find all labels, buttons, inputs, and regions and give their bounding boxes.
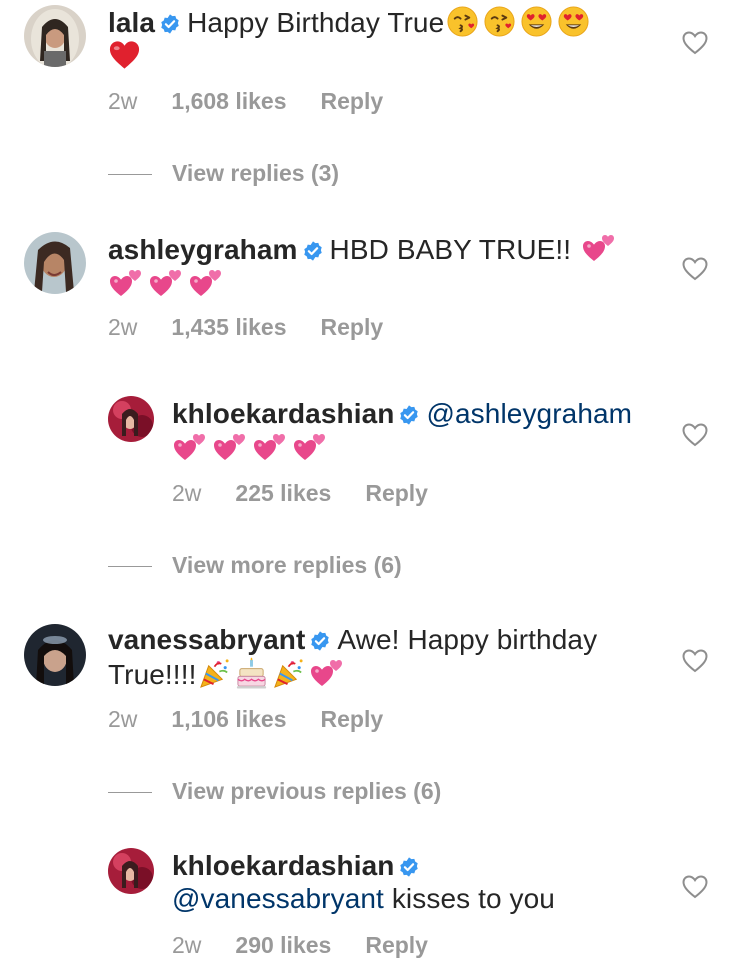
timestamp: 2w (108, 88, 138, 114)
comment-meta: 2w 225 likes Reply (172, 480, 428, 507)
timestamp: 2w (108, 314, 138, 340)
two-hearts-icon (148, 266, 184, 300)
comment-body: Awe! Happy birthday (337, 624, 598, 655)
view-replies-label: View replies (3) (172, 160, 340, 186)
comment-text: khloekardashian @vanessabryant kisses to… (172, 849, 662, 915)
likes-count[interactable]: 290 likes (235, 932, 331, 958)
kiss-face-icon (483, 5, 516, 38)
likes-count[interactable]: 225 likes (235, 480, 331, 506)
view-previous-replies-button[interactable]: View previous replies (6) (108, 778, 441, 805)
avatar[interactable] (108, 396, 154, 442)
reply-button[interactable]: Reply (321, 314, 384, 340)
heart-eyes-icon (557, 5, 590, 38)
likes-count[interactable]: 1,608 likes (171, 88, 286, 114)
view-replies-label: View more replies (6) (172, 552, 402, 578)
comment-meta: 2w 1,435 likes Reply (108, 314, 383, 341)
comment-body: kisses to you (391, 883, 555, 914)
two-hearts-icon (188, 266, 224, 300)
two-hearts-icon (108, 266, 144, 300)
two-hearts-icon (309, 656, 345, 690)
mention-link[interactable]: @ashleygraham (426, 398, 632, 429)
reply-button[interactable]: Reply (365, 932, 428, 958)
red-heart-icon (108, 39, 141, 71)
username[interactable]: ashleygraham (108, 234, 298, 265)
two-hearts-icon (252, 430, 288, 464)
username[interactable]: khloekardashian (172, 398, 394, 429)
verified-badge-icon (309, 630, 331, 652)
like-heart-icon[interactable] (682, 875, 708, 899)
timestamp: 2w (108, 706, 138, 732)
party-popper-icon (198, 657, 231, 690)
reply-button[interactable]: Reply (321, 88, 384, 114)
view-replies-button[interactable]: View replies (3) (108, 160, 339, 187)
verified-badge-icon (302, 240, 324, 262)
comment-body: Happy Birthday True (187, 7, 445, 38)
comment-text: ashleygraham HBD BABY TRUE!! (108, 231, 668, 301)
avatar[interactable] (24, 624, 86, 686)
divider-line (108, 566, 152, 568)
username[interactable]: khloekardashian (172, 850, 394, 881)
like-heart-icon[interactable] (682, 257, 708, 281)
divider-line (108, 174, 152, 176)
avatar[interactable] (24, 5, 86, 67)
verified-badge-icon (398, 404, 420, 426)
username[interactable]: lala (108, 7, 155, 38)
verified-badge-icon (159, 13, 181, 35)
two-hearts-icon (581, 231, 617, 265)
comment-text: khloekardashian @ashleygraham (172, 397, 662, 465)
party-popper-icon (272, 657, 305, 690)
view-more-replies-button[interactable]: View more replies (6) (108, 552, 402, 579)
likes-count[interactable]: 1,106 likes (171, 706, 286, 732)
comment-meta: 2w 1,106 likes Reply (108, 706, 383, 733)
comment-meta: 2w 290 likes Reply (172, 932, 428, 959)
comment-text: lala Happy Birthday True (108, 5, 668, 72)
view-replies-label: View previous replies (6) (172, 778, 442, 804)
verified-badge-icon (398, 856, 420, 878)
heart-eyes-icon (520, 5, 553, 38)
comment-text: vanessabryant Awe! Happy birthday True!!!… (108, 623, 648, 691)
two-hearts-icon (172, 430, 208, 464)
mention-link[interactable]: @vanessabryant (172, 883, 384, 914)
reply-button[interactable]: Reply (321, 706, 384, 732)
likes-count[interactable]: 1,435 likes (171, 314, 286, 340)
comment-body: HBD BABY TRUE!! (329, 234, 572, 265)
like-heart-icon[interactable] (682, 31, 708, 55)
timestamp: 2w (172, 480, 202, 506)
reply-button[interactable]: Reply (365, 480, 428, 506)
timestamp: 2w (172, 932, 202, 958)
divider-line (108, 792, 152, 794)
birthday-cake-icon (235, 657, 268, 690)
avatar[interactable] (24, 232, 86, 294)
username[interactable]: vanessabryant (108, 624, 305, 655)
avatar[interactable] (108, 848, 154, 894)
kiss-face-icon (446, 5, 479, 38)
comment-body-line2: True!!!! (108, 659, 197, 690)
two-hearts-icon (292, 430, 328, 464)
two-hearts-icon (212, 430, 248, 464)
like-heart-icon[interactable] (682, 423, 708, 447)
like-heart-icon[interactable] (682, 649, 708, 673)
comment-meta: 2w 1,608 likes Reply (108, 88, 383, 115)
